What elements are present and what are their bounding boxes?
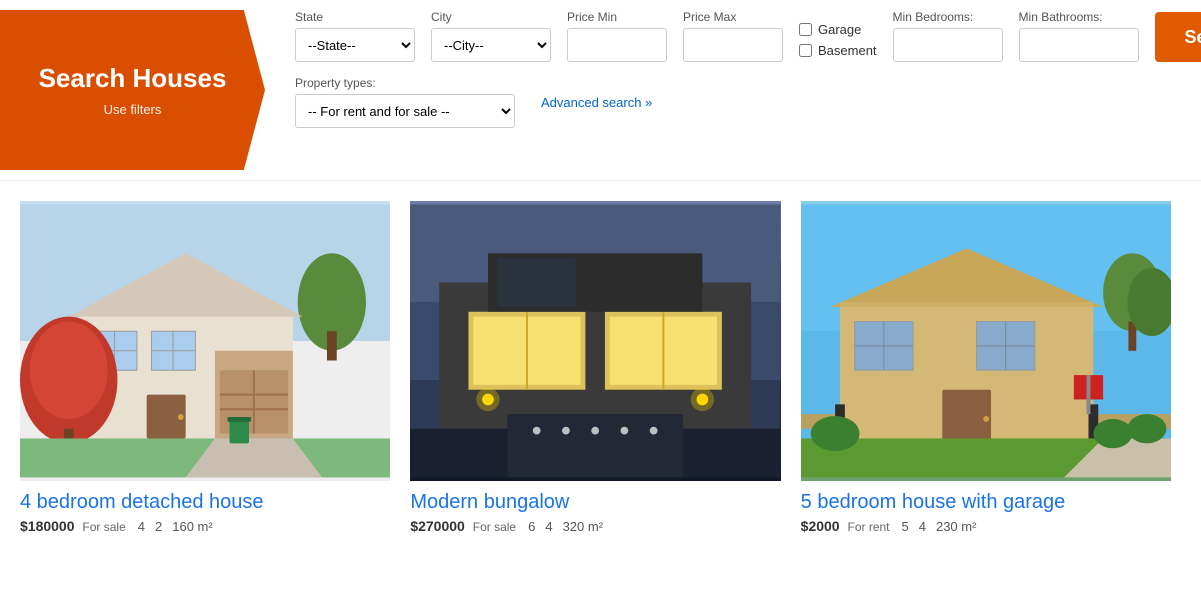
min-bathrooms-input[interactable] bbox=[1019, 28, 1139, 62]
filters-row1: State --State-- City --City-- Price Min … bbox=[295, 10, 1201, 62]
house1-svg bbox=[20, 201, 390, 481]
listing-price-1: $180000 For sale bbox=[20, 518, 126, 534]
price-min-group: Price Min bbox=[567, 10, 667, 62]
search-banner: Search Houses Use filters bbox=[0, 10, 265, 170]
property-type-label: Property types: bbox=[295, 76, 515, 90]
checkboxes-area: Garage Basement bbox=[799, 22, 877, 62]
basement-checkbox[interactable] bbox=[799, 44, 812, 57]
min-bedrooms-label: Min Bedrooms: bbox=[893, 10, 1003, 24]
filters-row2: Property types: -- For rent and for sale… bbox=[295, 76, 1201, 128]
bathrooms-stat-1: 2 bbox=[155, 519, 162, 534]
area-stat-3: 230 m² bbox=[936, 519, 976, 534]
search-button[interactable]: Search bbox=[1155, 12, 1201, 62]
bedrooms-stat-2: 6 bbox=[528, 519, 535, 534]
listing-card-1: 4 bedroom detached house $180000 For sal… bbox=[20, 201, 400, 534]
listing-image-1 bbox=[20, 201, 390, 481]
price-max-group: Price Max bbox=[683, 10, 783, 62]
banner-subtitle: Use filters bbox=[104, 102, 162, 117]
listing-price-3: $2000 For rent bbox=[801, 518, 890, 534]
bathrooms-stat-3: 4 bbox=[919, 519, 926, 534]
listing-details-2: $270000 For sale 6 4 320 m² bbox=[410, 518, 780, 534]
state-label: State bbox=[295, 10, 415, 24]
property-type-select[interactable]: -- For rent and for sale -- For rent For… bbox=[295, 94, 515, 128]
listing-image-3 bbox=[801, 201, 1171, 481]
min-bathrooms-group: Min Bathrooms: bbox=[1019, 10, 1139, 62]
price-min-label: Price Min bbox=[567, 10, 667, 24]
listing-stats-2: 6 4 320 m² bbox=[528, 519, 603, 534]
city-select[interactable]: --City-- bbox=[431, 28, 551, 62]
listing-details-1: $180000 For sale 4 2 160 m² bbox=[20, 518, 390, 534]
price-min-input[interactable] bbox=[567, 28, 667, 62]
listing-stats-3: 5 4 230 m² bbox=[902, 519, 977, 534]
house3-svg bbox=[801, 201, 1171, 481]
state-filter-group: State --State-- bbox=[295, 10, 415, 62]
listing-stats-1: 4 2 160 m² bbox=[138, 519, 213, 534]
bedrooms-stat-1: 4 bbox=[138, 519, 145, 534]
city-label: City bbox=[431, 10, 551, 24]
listing-title-1: 4 bedroom detached house bbox=[20, 491, 390, 514]
garage-checkbox[interactable] bbox=[799, 23, 812, 36]
basement-label: Basement bbox=[818, 43, 877, 58]
state-select[interactable]: --State-- bbox=[295, 28, 415, 62]
property-type-group: Property types: -- For rent and for sale… bbox=[295, 76, 515, 128]
filters-area: State --State-- City --City-- Price Min … bbox=[265, 10, 1201, 128]
min-bathrooms-label: Min Bathrooms: bbox=[1019, 10, 1139, 24]
garage-checkbox-label[interactable]: Garage bbox=[799, 22, 877, 37]
listing-details-3: $2000 For rent 5 4 230 m² bbox=[801, 518, 1171, 534]
min-bedrooms-input[interactable] bbox=[893, 28, 1003, 62]
area-stat-2: 320 m² bbox=[563, 519, 603, 534]
banner-title: Search Houses bbox=[39, 63, 227, 94]
listing-card-3: 5 bedroom house with garage $2000 For re… bbox=[791, 201, 1181, 534]
bedrooms-stat-3: 5 bbox=[902, 519, 909, 534]
price-max-label: Price Max bbox=[683, 10, 783, 24]
listing-title-3: 5 bedroom house with garage bbox=[801, 491, 1171, 514]
house2-svg bbox=[410, 201, 780, 481]
price-max-input[interactable] bbox=[683, 28, 783, 62]
listing-title-2: Modern bungalow bbox=[410, 491, 780, 514]
advanced-search-link[interactable]: Advanced search » bbox=[541, 95, 652, 110]
listing-price-2: $270000 For sale bbox=[410, 518, 516, 534]
listing-image-2 bbox=[410, 201, 780, 481]
listings-section: 4 bedroom detached house $180000 For sal… bbox=[0, 181, 1201, 554]
min-bedrooms-group: Min Bedrooms: bbox=[893, 10, 1003, 62]
garage-label: Garage bbox=[818, 22, 861, 37]
bathrooms-stat-2: 4 bbox=[545, 519, 552, 534]
basement-checkbox-label[interactable]: Basement bbox=[799, 43, 877, 58]
area-stat-1: 160 m² bbox=[172, 519, 212, 534]
city-filter-group: City --City-- bbox=[431, 10, 551, 62]
listing-card-2: Modern bungalow $270000 For sale 6 4 320… bbox=[400, 201, 790, 534]
